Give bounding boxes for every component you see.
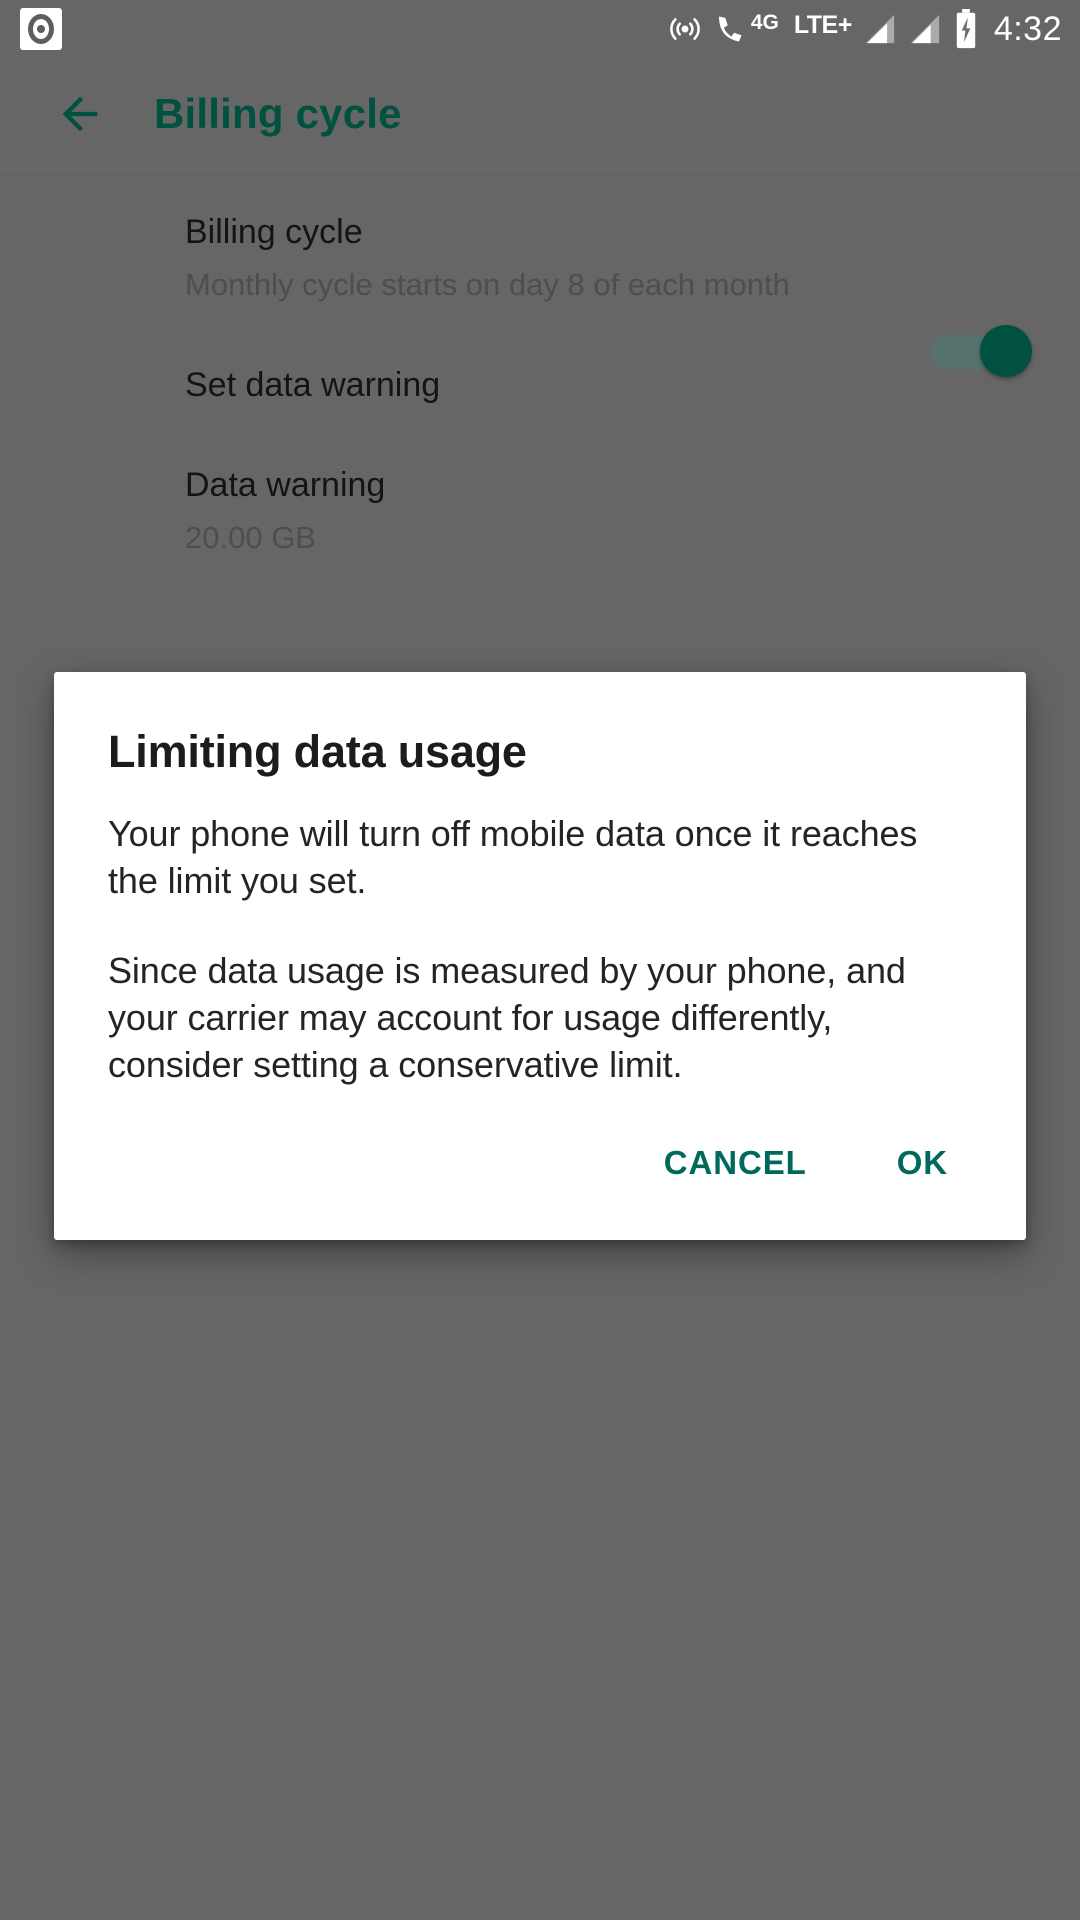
battery-charging-icon — [953, 9, 979, 49]
network-type-label: LTE+ — [793, 10, 852, 39]
media-player-icon — [20, 8, 62, 50]
settings-list: Billing cycle Monthly cycle starts on da… — [0, 171, 1080, 553]
setting-title: Data warning — [185, 466, 386, 504]
hotspot-icon — [667, 11, 703, 47]
setting-title: Billing cycle — [185, 213, 363, 251]
network-4g-label: 4G — [750, 10, 779, 34]
arrow-left-icon — [62, 96, 98, 131]
signal-bars-2-icon — [908, 12, 942, 46]
setting-row-set-data-warning[interactable]: Set data warning — [0, 300, 1080, 402]
phone-screen: 4G LTE+ 4:32 Billing cycle Billing cycle… — [0, 0, 1080, 1920]
limiting-data-usage-dialog: Limiting data usage Your phone will turn… — [54, 672, 1026, 1241]
status-bar-right: 4G LTE+ 4:32 — [667, 9, 1062, 49]
setting-title: Set data warning — [185, 366, 441, 404]
switch-thumb — [980, 325, 1032, 377]
setting-subtitle: 20.00 GB — [185, 520, 316, 555]
back-button[interactable] — [48, 82, 112, 146]
status-bar-clock: 4:32 — [993, 9, 1062, 48]
cancel-button[interactable]: CANCEL — [638, 1128, 833, 1198]
dialog-message: Your phone will turn off mobile data onc… — [54, 810, 1026, 1088]
setting-subtitle: Monthly cycle starts on day 8 of each mo… — [185, 267, 790, 302]
signal-bars-1-icon — [863, 12, 897, 46]
status-bar: 4G LTE+ 4:32 — [0, 0, 1080, 58]
dialog-paragraph-2: Since data usage is measured by your pho… — [108, 949, 906, 1085]
app-bar: Billing cycle — [0, 58, 1080, 170]
phone-4g-icon — [714, 11, 744, 47]
dialog-paragraph-1: Your phone will turn off mobile data onc… — [108, 813, 918, 902]
set-data-warning-switch[interactable] — [930, 325, 1032, 377]
setting-row-billing-cycle[interactable]: Billing cycle Monthly cycle starts on da… — [0, 171, 1080, 300]
ok-button[interactable]: OK — [871, 1128, 974, 1198]
page-title: Billing cycle — [154, 89, 402, 137]
dialog-actions: CANCEL OK — [54, 1088, 1026, 1240]
setting-row-data-warning[interactable]: Data warning 20.00 GB — [0, 402, 1080, 553]
dialog-title: Limiting data usage — [108, 726, 527, 777]
status-bar-left — [20, 8, 62, 50]
